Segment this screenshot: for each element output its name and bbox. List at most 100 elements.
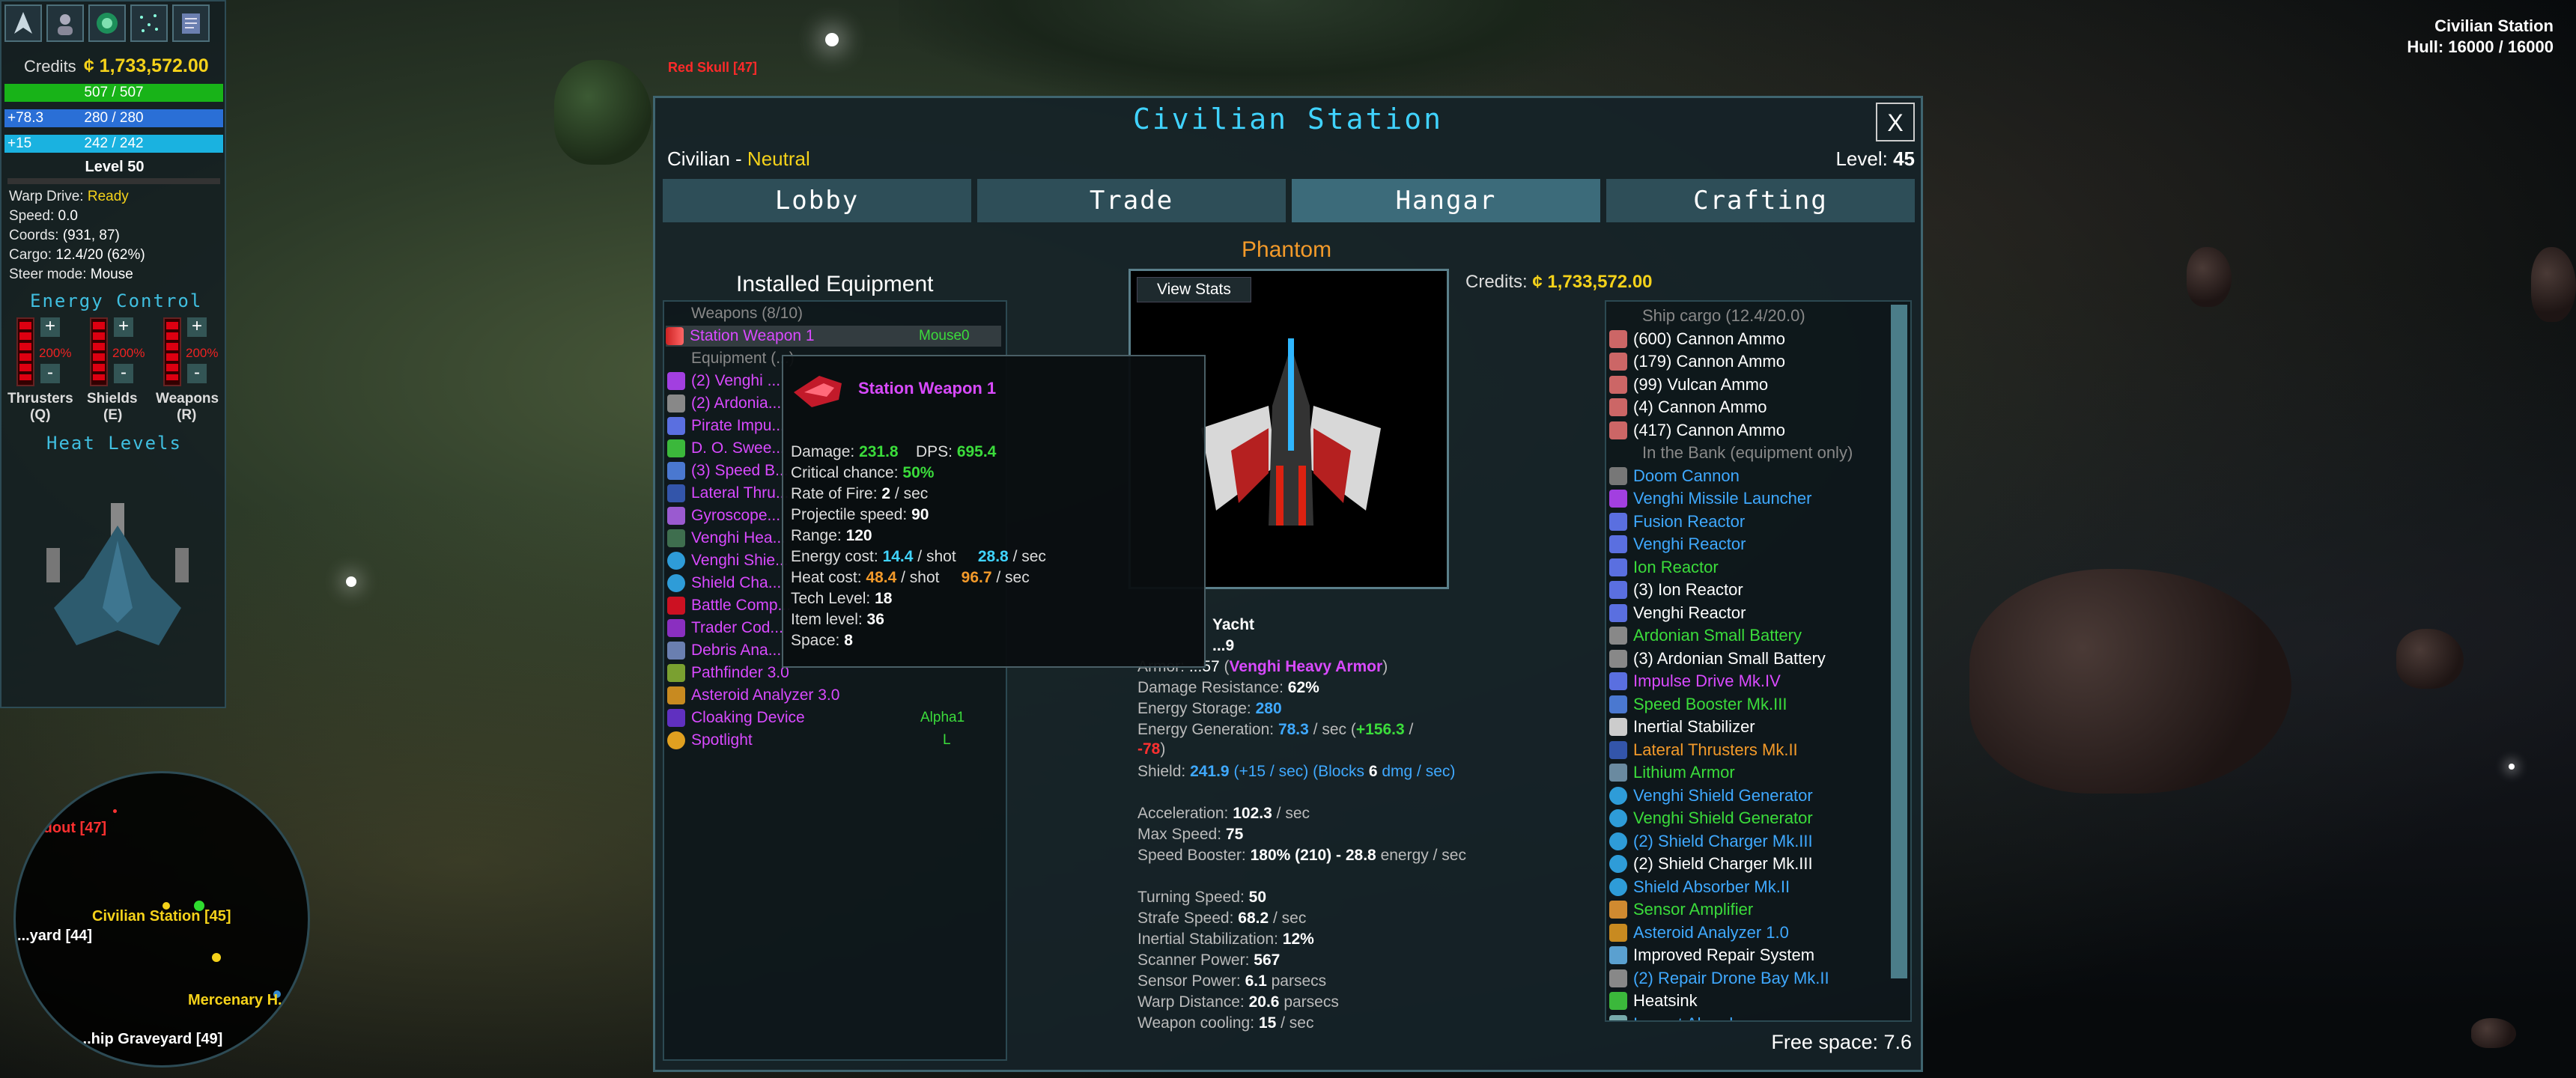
weapons-label: Weapons [156,391,219,406]
pilot-icon[interactable] [46,4,84,42]
ammo-icon [1609,421,1627,439]
cargo-list[interactable]: Ship cargo (12.4/20.0) (600) Cannon Ammo (… [1605,300,1912,1022]
installed-item[interactable]: Venghi Hea... [667,528,786,549]
weapons-plus-button[interactable]: + [187,317,207,337]
installed-item[interactable]: Gyroscope... [667,505,780,526]
installed-equipment-title: Installed Equipment [736,272,934,296]
cargo-item[interactable]: Inertial Stabilizer [1609,716,1755,738]
shield-bar: +78.3 280 / 280 [4,109,223,127]
cargo-item[interactable]: (2) Shield Charger Mk.III [1609,853,1813,875]
cargo-item-label: Heatsink [1633,991,1698,1010]
installed-item[interactable]: Station Weapon 1 Mouse0 [666,326,1001,347]
cargo-item[interactable]: (4) Cannon Ammo [1609,396,1767,418]
cargo-item[interactable]: Heatsink [1609,990,1698,1012]
cargo-item-label: (2) Shield Charger Mk.III [1633,854,1813,873]
pathfinder-icon [667,664,685,682]
view-stats-button[interactable]: View Stats [1137,277,1251,302]
cargo-item-label: Sensor Amplifier [1633,900,1754,919]
coords-status: Coords: (931, 87) [9,228,120,243]
stat-energy-generation-minus: -78) [1137,740,1166,758]
stat-warp-distance: Warp Distance: 20.6 parsecs [1137,993,1339,1011]
installed-item[interactable]: Debris Ana... [667,640,781,661]
tab-lobby[interactable]: Lobby [663,179,971,222]
cargo-item[interactable]: Venghi Shield Generator [1609,785,1813,807]
cargo-item[interactable]: (2) Shield Charger Mk.III [1609,830,1813,853]
cargo-item[interactable]: Impact Absorber [1609,1013,1753,1020]
shields-minus-button[interactable]: - [114,364,133,383]
star [825,33,839,46]
cargo-item[interactable]: (3) Ardonian Small Battery [1609,648,1826,670]
cargo-item-label: (4) Cannon Ammo [1633,398,1767,416]
cargo-item-label: Shield Absorber Mk.II [1633,877,1790,896]
tab-hangar[interactable]: Hangar [1292,179,1600,222]
close-button[interactable]: X [1876,103,1915,141]
installed-item[interactable]: Asteroid Analyzer 3.0 [667,685,839,706]
installed-item[interactable]: Pathfinder 3.0 [667,663,789,683]
cargo-item[interactable]: Venghi Shield Generator [1609,807,1813,829]
installed-item[interactable]: (2) Ardonia... [667,393,781,414]
cannon-icon [1609,466,1627,485]
cargo-item[interactable]: Lateral Thrusters Mk.II [1609,739,1798,761]
thrusters-minus-button[interactable]: - [40,364,60,383]
cargo-item-label: (600) Cannon Ammo [1633,329,1785,348]
weapons-minus-button[interactable]: - [187,364,207,383]
thrusters-plus-button[interactable]: + [40,317,60,337]
asteroid [2187,247,2232,307]
cargo-item-label: Venghi Reactor [1633,603,1746,622]
cargo-scrollbar[interactable] [1891,305,1907,978]
cargo-item[interactable]: (417) Cannon Ammo [1609,419,1785,442]
skills-icon[interactable] [88,4,126,42]
installed-item[interactable]: Pirate Impu... [667,415,785,436]
sensor-icon [1609,901,1627,919]
cargo-item[interactable]: Ion Reactor [1609,556,1719,579]
cargo-item[interactable]: (3) Ion Reactor [1609,579,1743,601]
cargo-item[interactable]: Improved Repair System [1609,944,1814,966]
sweeper-icon [667,439,685,457]
tooltip-item-level: Item level: 36 [791,611,884,628]
minimap[interactable]: ...dout [47] Civilian Station [45] ...ya… [13,771,310,1068]
cargo-item[interactable]: (99) Vulcan Ammo [1609,374,1768,396]
tooltip-crit: Critical chance: 50% [791,464,935,481]
cargo-item[interactable]: Sensor Amplifier [1609,898,1753,921]
gear-icon [1609,718,1627,736]
installed-item[interactable]: (3) Speed B... [667,460,789,481]
installed-item[interactable]: Shield Cha... [667,573,781,594]
stat-sensor-power: Sensor Power: 6.1 parsecs [1137,972,1327,990]
installed-item[interactable]: D. O. Swee... [667,438,785,459]
minimap-dot [212,953,221,962]
installed-item[interactable]: Battle Comp... [667,595,791,616]
cargo-item[interactable]: Impulse Drive Mk.IV [1609,670,1781,692]
cargo-item-label: Lithium Armor [1633,763,1735,782]
cargo-item[interactable]: (600) Cannon Ammo [1609,328,1785,350]
cargo-item[interactable]: (2) Repair Drone Bay Mk.II [1609,967,1829,990]
star [2509,764,2515,770]
cargo-item[interactable]: Asteroid Analyzer 1.0 [1609,922,1789,944]
installed-item[interactable]: Cloaking Device Alpha1 [667,707,1003,728]
galaxy-map-icon[interactable] [130,4,168,42]
faction-label: Civilian - Neutral [667,147,810,170]
cargo-item[interactable]: Venghi Reactor [1609,533,1746,555]
journal-icon[interactable] [172,4,210,42]
cargo-item[interactable]: Fusion Reactor [1609,511,1745,533]
shields-plus-button[interactable]: + [114,317,133,337]
ship-icon[interactable] [4,4,42,42]
cargo-item[interactable]: Venghi Missile Launcher [1609,487,1811,510]
weapons-percent: 200% [186,346,219,360]
weapon-icon [666,327,684,345]
cargo-item[interactable]: Venghi Reactor [1609,602,1746,624]
cargo-item[interactable]: Speed Booster Mk.III [1609,693,1787,716]
cargo-item[interactable]: Ardonian Small Battery [1609,624,1802,647]
installed-item[interactable]: (2) Venghi ... [667,371,780,392]
installed-item[interactable]: Trader Cod... [667,618,783,639]
enemy-label-red-skull[interactable]: Red Skull [47] [668,60,757,76]
cargo-item[interactable]: Doom Cannon [1609,465,1740,487]
installed-item[interactable]: Venghi Shie... [667,550,789,571]
cargo-item[interactable]: Shield Absorber Mk.II [1609,876,1790,898]
cargo-item[interactable]: Lithium Armor [1609,761,1735,784]
tab-trade[interactable]: Trade [977,179,1286,222]
installed-item[interactable]: Lateral Thru... [667,483,789,504]
installed-item[interactable]: Spotlight L [667,730,1003,751]
tab-crafting[interactable]: Crafting [1606,179,1915,222]
cargo-item[interactable]: (179) Cannon Ammo [1609,350,1785,373]
installed-category-equipment: Equipment (...) [691,350,795,367]
